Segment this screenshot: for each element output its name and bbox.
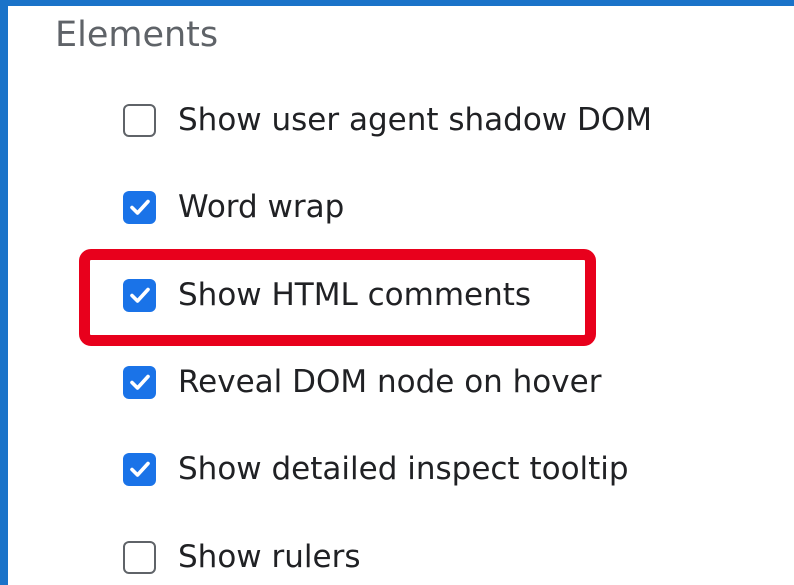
checkmark-icon: [129, 461, 150, 477]
settings-panel: Elements Show user agent shadow DOM Word…: [8, 6, 794, 585]
option-show-html-comments[interactable]: Show HTML comments: [123, 265, 531, 325]
option-label: Show user agent shadow DOM: [178, 102, 653, 138]
checkbox-word-wrap[interactable]: [123, 190, 156, 224]
option-label: Show detailed inspect tooltip: [178, 451, 629, 487]
option-label: Show HTML comments: [178, 277, 532, 313]
checkmark-icon: [129, 374, 150, 390]
option-label: Show rulers: [178, 539, 361, 575]
checkbox-show-detailed-inspect-tooltip[interactable]: [123, 452, 156, 486]
option-word-wrap[interactable]: Word wrap: [123, 177, 344, 237]
checkbox-show-rulers[interactable]: [123, 540, 156, 574]
checkbox-reveal-dom-node-on-hover[interactable]: [123, 365, 156, 399]
option-show-user-agent-shadow-dom[interactable]: Show user agent shadow DOM: [123, 90, 652, 150]
elements-options-list: Show user agent shadow DOM Word wrap Sho…: [8, 6, 794, 585]
checkbox-show-html-comments[interactable]: [123, 278, 156, 312]
checkmark-icon: [129, 199, 150, 215]
option-label: Reveal DOM node on hover: [178, 364, 602, 400]
checkbox-show-user-agent-shadow-dom[interactable]: [123, 103, 156, 137]
option-reveal-dom-node-on-hover[interactable]: Reveal DOM node on hover: [123, 352, 601, 412]
option-show-rulers[interactable]: Show rulers: [123, 527, 360, 585]
checkmark-icon: [129, 287, 150, 303]
option-show-detailed-inspect-tooltip[interactable]: Show detailed inspect tooltip: [123, 439, 629, 499]
option-label: Word wrap: [178, 189, 345, 225]
